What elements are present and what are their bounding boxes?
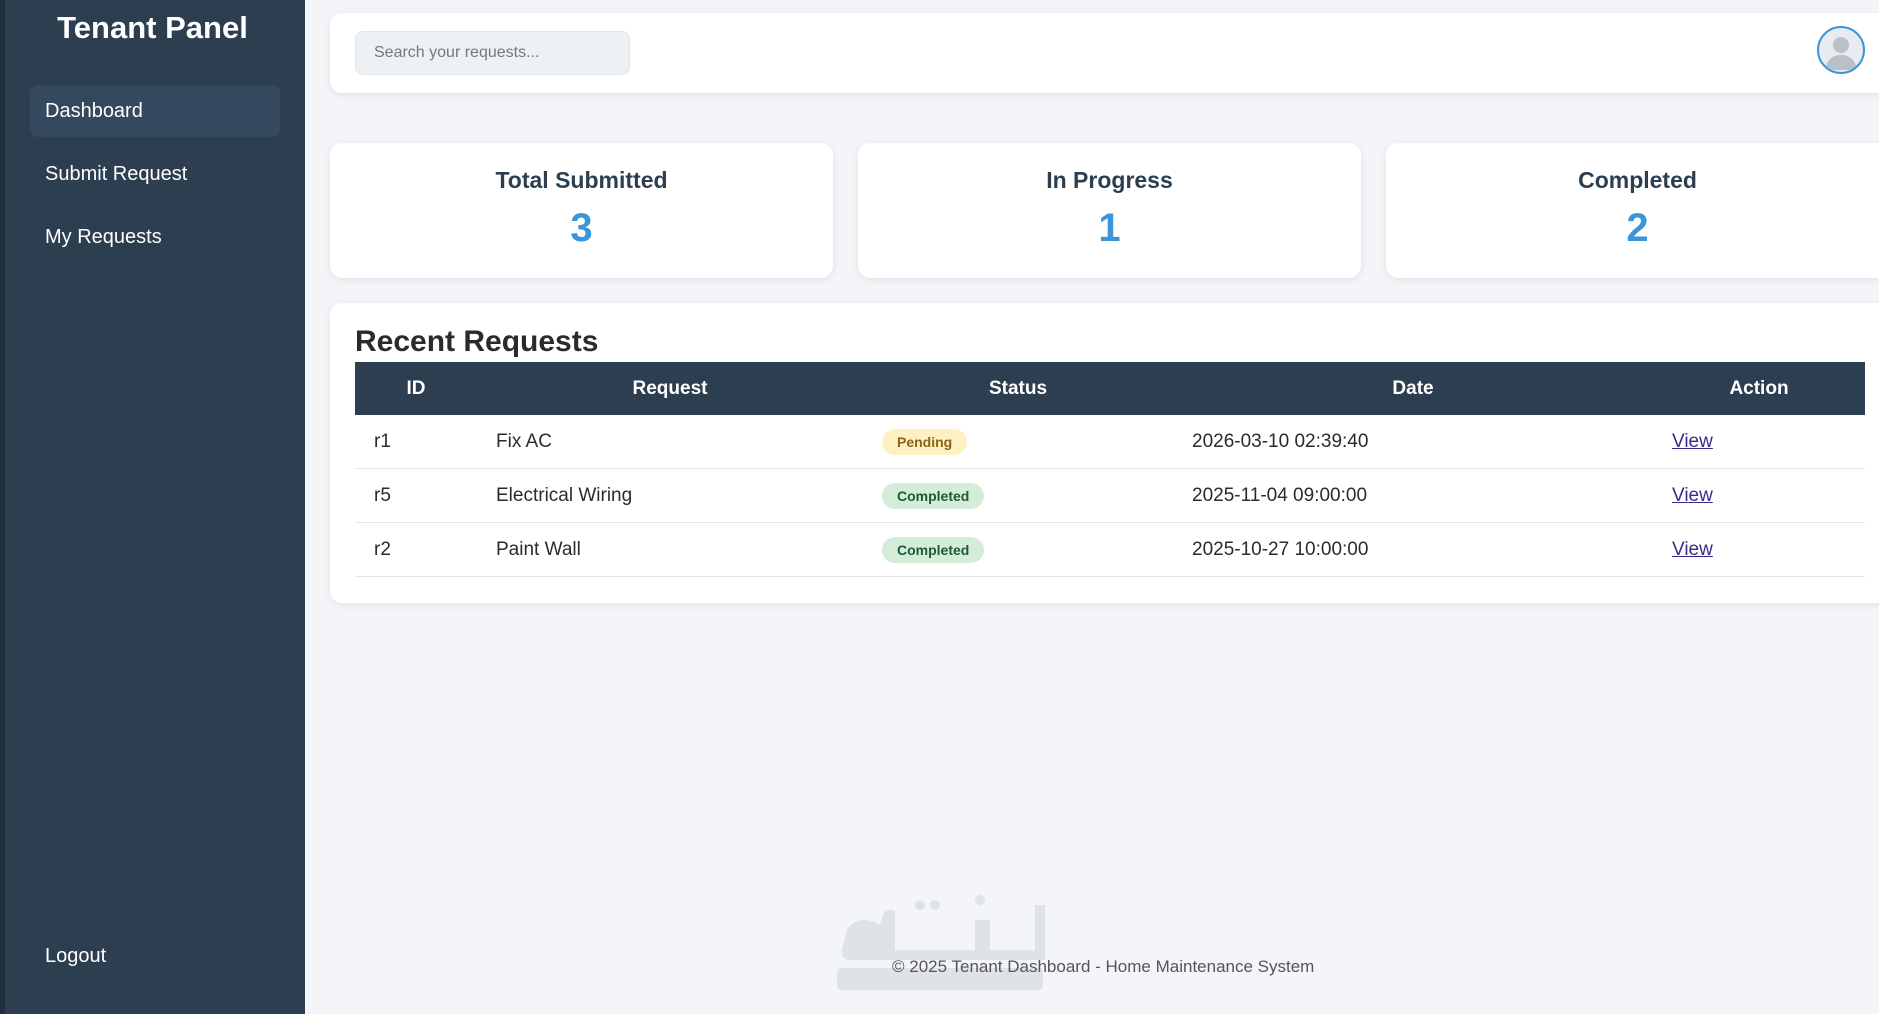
cell-date: 2025-11-04 09:00:00: [1173, 468, 1653, 523]
table-row: r2 Paint Wall Completed 2025-10-27 10:00…: [355, 522, 1865, 577]
user-avatar-icon[interactable]: [1817, 26, 1865, 74]
cell-id: r2: [355, 522, 477, 577]
search-input[interactable]: [355, 31, 630, 75]
cell-date: 2025-10-27 10:00:00: [1173, 522, 1653, 577]
cell-date: 2026-03-10 02:39:40: [1173, 415, 1653, 469]
sidebar-title: Tenant Panel: [57, 10, 248, 45]
cell-request: Electrical Wiring: [477, 468, 863, 523]
footer-text: © 2025 Tenant Dashboard - Home Maintenan…: [892, 957, 1315, 976]
column-header-date: Date: [1173, 362, 1653, 415]
cell-request: Fix AC: [477, 415, 863, 469]
logout-link[interactable]: Logout: [45, 945, 106, 968]
status-badge: Completed: [882, 536, 985, 563]
stat-value: 2: [1626, 206, 1649, 250]
avatar-silhouette-icon: [1825, 37, 1857, 70]
stat-value: 1: [1098, 206, 1121, 250]
sidebar-item-my-requests[interactable]: My Requests: [30, 211, 280, 263]
cell-action: View: [1653, 522, 1865, 577]
status-badge: Pending: [882, 428, 968, 455]
table-row: r5 Electrical Wiring Completed 2025-11-0…: [355, 468, 1865, 523]
stat-label: Completed: [1578, 167, 1697, 193]
stat-value: 3: [570, 206, 593, 250]
sidebar: Tenant Panel Dashboard Submit Request My…: [0, 0, 305, 1014]
sidebar-item-submit-request[interactable]: Submit Request: [30, 148, 280, 200]
stat-card-in-progress: In Progress 1: [858, 143, 1361, 278]
recent-requests-panel: Recent Requests ID Request Status Date A…: [330, 303, 1879, 603]
cell-status: Pending: [863, 415, 1173, 469]
top-bar: [330, 13, 1879, 93]
cell-request: Paint Wall: [477, 522, 863, 577]
column-header-id: ID: [355, 362, 477, 415]
table-row: r1 Fix AC Pending 2026-03-10 02:39:40 Vi…: [355, 415, 1865, 469]
cell-action: View: [1653, 415, 1865, 469]
column-header-action: Action: [1653, 362, 1865, 415]
view-link[interactable]: View: [1672, 485, 1713, 506]
status-badge: Completed: [882, 482, 985, 509]
cell-id: r1: [355, 415, 477, 469]
stat-label: In Progress: [1046, 167, 1173, 193]
stat-label: Total Submitted: [495, 167, 668, 193]
column-header-request: Request: [477, 362, 863, 415]
cell-action: View: [1653, 468, 1865, 523]
cell-status: Completed: [863, 522, 1173, 577]
mostaql-watermark-logo: [837, 895, 1045, 990]
cell-status: Completed: [863, 468, 1173, 523]
view-link[interactable]: View: [1672, 539, 1713, 560]
stat-card-completed: Completed 2: [1386, 143, 1879, 278]
table-header-row: ID Request Status Date Action: [355, 362, 1865, 415]
requests-table: ID Request Status Date Action r1 Fix AC …: [355, 362, 1865, 577]
column-header-status: Status: [863, 362, 1173, 415]
sidebar-edge: [0, 0, 5, 1014]
cell-id: r5: [355, 468, 477, 523]
recent-requests-title: Recent Requests: [355, 325, 599, 358]
view-link[interactable]: View: [1672, 431, 1713, 452]
sidebar-item-dashboard[interactable]: Dashboard: [30, 85, 280, 137]
stat-card-total-submitted: Total Submitted 3: [330, 143, 833, 278]
